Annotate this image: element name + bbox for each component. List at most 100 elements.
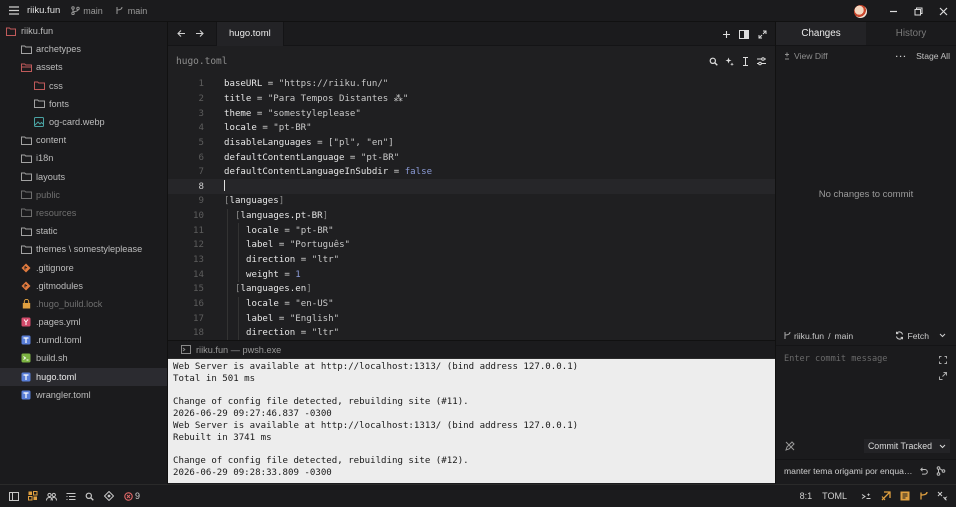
code-token: title (224, 93, 252, 104)
agent-panel-icon[interactable] (933, 491, 952, 501)
line-number: 1 (198, 79, 204, 90)
commit-message-input[interactable]: Enter commit message (776, 346, 956, 434)
hamburger-menu-icon[interactable] (7, 6, 21, 15)
code-line[interactable]: 2 title = "Para Tempos Distantes ⁂" (168, 92, 775, 107)
notes-icon[interactable] (895, 491, 914, 501)
back-arrow-icon[interactable] (172, 29, 190, 38)
code-line[interactable]: 7 defaultContentLanguageInSubdir = false (168, 165, 775, 180)
editor-settings-icon[interactable] (753, 56, 769, 66)
expand-editor-icon[interactable] (938, 356, 948, 364)
code-line[interactable]: 3 theme = "somestyleplease" (168, 106, 775, 121)
close-icon[interactable] (931, 0, 956, 22)
tree-item[interactable]: wrangler.toml (0, 386, 167, 404)
plus-icon[interactable] (717, 30, 735, 39)
tree-item[interactable]: static (0, 222, 167, 240)
toggle-sidebar-icon[interactable] (4, 491, 23, 501)
tree-item[interactable]: fonts (0, 95, 167, 113)
chevron-down-icon[interactable] (938, 444, 946, 449)
tree-item[interactable]: og-card.webp (0, 113, 167, 131)
diagnostics-indicator[interactable]: 9 (122, 491, 140, 501)
code-line[interactable]: 12 label = "Português" (168, 238, 775, 253)
terminal-pane: riiku.fun — pwsh.exe Web Server is avail… (168, 340, 775, 484)
git-status-icon[interactable] (914, 491, 933, 501)
code-line[interactable]: 4 locale = "pt-BR" (168, 121, 775, 136)
forward-arrow-icon[interactable] (190, 29, 208, 38)
tree-item[interactable]: archetypes (0, 40, 167, 58)
search-icon[interactable] (705, 57, 721, 66)
restore-icon[interactable] (906, 0, 931, 22)
code-token: "Para Tempos Distantes ⁂" (267, 93, 409, 104)
project-name[interactable]: riiku.fun (27, 5, 60, 16)
zed-ai-icon[interactable] (876, 491, 895, 501)
code-line[interactable]: 14 weight = 1 (168, 267, 775, 282)
secondary-branch-selector[interactable]: main (115, 6, 147, 16)
tree-item[interactable]: themes \ somestyleplease (0, 240, 167, 258)
split-pane-icon[interactable] (735, 29, 753, 39)
tree-item[interactable]: build.sh (0, 349, 167, 367)
git-list-icon[interactable] (61, 492, 80, 501)
code-line[interactable]: 6 defaultContentLanguage = "pt-BR" (168, 150, 775, 165)
code-line[interactable]: 9 [languages] (168, 194, 775, 209)
tree-item[interactable]: .gitignore (0, 258, 167, 276)
code-line[interactable]: 13 direction = "ltr" (168, 252, 775, 268)
tree-item[interactable]: .pages.yml (0, 313, 167, 331)
line-number: 3 (198, 108, 204, 119)
branch-graph-icon[interactable] (935, 465, 948, 476)
tab-hugo-toml[interactable]: hugo.toml (216, 21, 284, 46)
view-diff-button[interactable]: View Diff (794, 51, 828, 61)
tree-item[interactable]: resources (0, 204, 167, 222)
generate-message-icon[interactable] (784, 441, 795, 451)
inline-assist-icon[interactable] (857, 492, 876, 501)
code-line[interactable]: 17 label = "English" (168, 311, 775, 326)
code-line[interactable]: 18 direction = "ltr" (168, 325, 775, 340)
fetch-button[interactable]: Fetch (895, 331, 951, 341)
breadcrumb-file[interactable]: hugo.toml (176, 56, 227, 67)
tab-history[interactable]: History (866, 22, 956, 45)
collaborators-icon[interactable] (42, 492, 61, 501)
tree-item[interactable]: hugo.toml (0, 367, 167, 386)
maximize-icon[interactable] (753, 30, 771, 39)
branch-name[interactable]: main (834, 331, 853, 341)
terminal-output[interactable]: Web Server is available at http://localh… (168, 359, 775, 483)
tree-item[interactable]: css (0, 77, 167, 95)
code-line[interactable]: 10 [languages.pt-BR] (168, 208, 775, 224)
code-line[interactable]: 16 locale = "en-US" (168, 296, 775, 312)
search-icon[interactable] (80, 492, 99, 501)
line-number: 14 (193, 269, 204, 280)
tree-item[interactable]: public (0, 186, 167, 204)
open-popout-icon[interactable] (938, 372, 948, 380)
branch-selector[interactable]: main (70, 6, 103, 16)
terminal-tab[interactable]: riiku.fun — pwsh.exe (180, 345, 281, 355)
folder-icon (20, 243, 32, 255)
code-editor[interactable]: 1 baseURL = "https://riiku.fun/" 2 title = … (168, 77, 775, 340)
language-selector[interactable]: TOML (822, 491, 847, 501)
tree-item[interactable]: .hugo_build.lock (0, 295, 167, 313)
more-options-icon[interactable]: ··· (895, 51, 907, 61)
cursor-position[interactable]: 8:1 (800, 491, 813, 501)
last-commit-message[interactable]: manter tema origami por enquanto (784, 466, 913, 476)
tree-item[interactable]: layouts (0, 168, 167, 186)
text-cursor-icon[interactable] (737, 56, 753, 66)
code-line[interactable]: 11 locale = "pt-BR" (168, 223, 775, 239)
tree-item[interactable]: .gitmodules (0, 277, 167, 295)
code-line[interactable]: 1 baseURL = "https://riiku.fun/" (168, 77, 775, 92)
tree-item[interactable]: content (0, 131, 167, 149)
code-line[interactable]: 5 disableLanguages = ["pl", "en"] (168, 136, 775, 151)
repo-name[interactable]: riiku.fun (794, 331, 824, 341)
tree-item[interactable]: assets (0, 58, 167, 76)
project-panel-icon[interactable] (23, 491, 42, 501)
code-line[interactable]: 8 (168, 179, 775, 195)
minimize-icon[interactable] (881, 0, 906, 22)
tree-item[interactable]: i18n (0, 149, 167, 167)
commit-button[interactable]: Commit Tracked (863, 439, 950, 453)
user-avatar[interactable] (854, 4, 867, 18)
tree-root[interactable]: riiku.fun (0, 22, 167, 40)
tab-changes[interactable]: Changes (776, 22, 866, 45)
tree-item[interactable]: .rumdl.toml (0, 331, 167, 349)
stage-all-button[interactable]: Stage All (916, 51, 950, 61)
debug-icon[interactable] (99, 491, 118, 501)
assistant-sparkle-icon[interactable] (721, 57, 737, 66)
indent-guide (238, 252, 239, 268)
code-line[interactable]: 15 [languages.en] (168, 281, 775, 297)
undo-commit-icon[interactable] (917, 466, 930, 475)
